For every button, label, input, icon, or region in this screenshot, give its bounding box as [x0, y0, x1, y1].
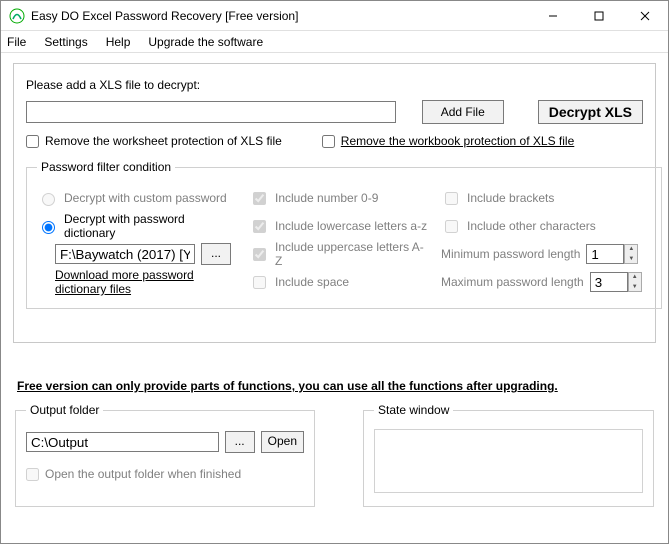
minimize-button[interactable] [530, 1, 576, 31]
title-text: Easy DO Excel Password Recovery [Free ve… [31, 9, 530, 23]
filter-legend: Password filter condition [37, 160, 175, 174]
decrypt-button[interactable]: Decrypt XLS [538, 100, 643, 124]
max-length-label: Maximum password length [441, 275, 584, 289]
output-open-button[interactable]: Open [261, 431, 304, 453]
close-button[interactable] [622, 1, 668, 31]
min-length-input[interactable] [586, 244, 624, 264]
output-browse-button[interactable]: ... [225, 431, 255, 453]
output-path-input[interactable] [26, 432, 219, 452]
max-length-stepper[interactable]: ▲▼ [628, 272, 642, 292]
menu-help[interactable]: Help [106, 35, 131, 49]
include-lowercase-checkbox: Include lowercase letters a-z [249, 217, 429, 236]
maximize-button[interactable] [576, 1, 622, 31]
add-file-button[interactable]: Add File [422, 100, 504, 124]
add-file-label: Please add a XLS file to decrypt: [26, 78, 643, 92]
max-length-input[interactable] [590, 272, 628, 292]
include-numbers-checkbox: Include number 0-9 [249, 189, 429, 208]
min-length-stepper[interactable]: ▲▼ [624, 244, 638, 264]
download-dictionary-link[interactable]: Download more password dictionary files [55, 268, 237, 296]
dictionary-path-input[interactable] [55, 244, 195, 264]
include-brackets-checkbox: Include brackets [441, 189, 651, 208]
menu-upgrade[interactable]: Upgrade the software [148, 35, 263, 49]
remove-workbook-label: Remove the workbook protection of XLS fi… [341, 134, 574, 148]
dictionary-browse-button[interactable]: ... [201, 243, 231, 265]
menu-settings[interactable]: Settings [44, 35, 87, 49]
include-uppercase-checkbox: Include uppercase letters A-Z [249, 240, 429, 268]
min-length-label: Minimum password length [441, 247, 580, 261]
output-legend: Output folder [26, 403, 103, 417]
open-when-finished-checkbox: Open the output folder when finished [26, 467, 304, 481]
dictionary-radio[interactable]: Decrypt with password dictionary [37, 212, 237, 240]
upgrade-notice: Free version can only provide parts of f… [17, 379, 656, 393]
app-icon [9, 8, 25, 24]
include-other-checkbox: Include other characters [441, 217, 651, 236]
state-window[interactable] [374, 429, 643, 493]
remove-worksheet-checkbox[interactable]: Remove the worksheet protection of XLS f… [26, 134, 282, 148]
include-space-checkbox: Include space [249, 273, 429, 292]
state-legend: State window [374, 403, 453, 417]
file-input[interactable] [26, 101, 396, 123]
remove-worksheet-label: Remove the worksheet protection of XLS f… [45, 134, 282, 148]
menu-file[interactable]: File [7, 35, 26, 49]
remove-workbook-checkbox[interactable]: Remove the workbook protection of XLS fi… [322, 134, 574, 148]
custom-password-radio: Decrypt with custom password [37, 190, 237, 206]
